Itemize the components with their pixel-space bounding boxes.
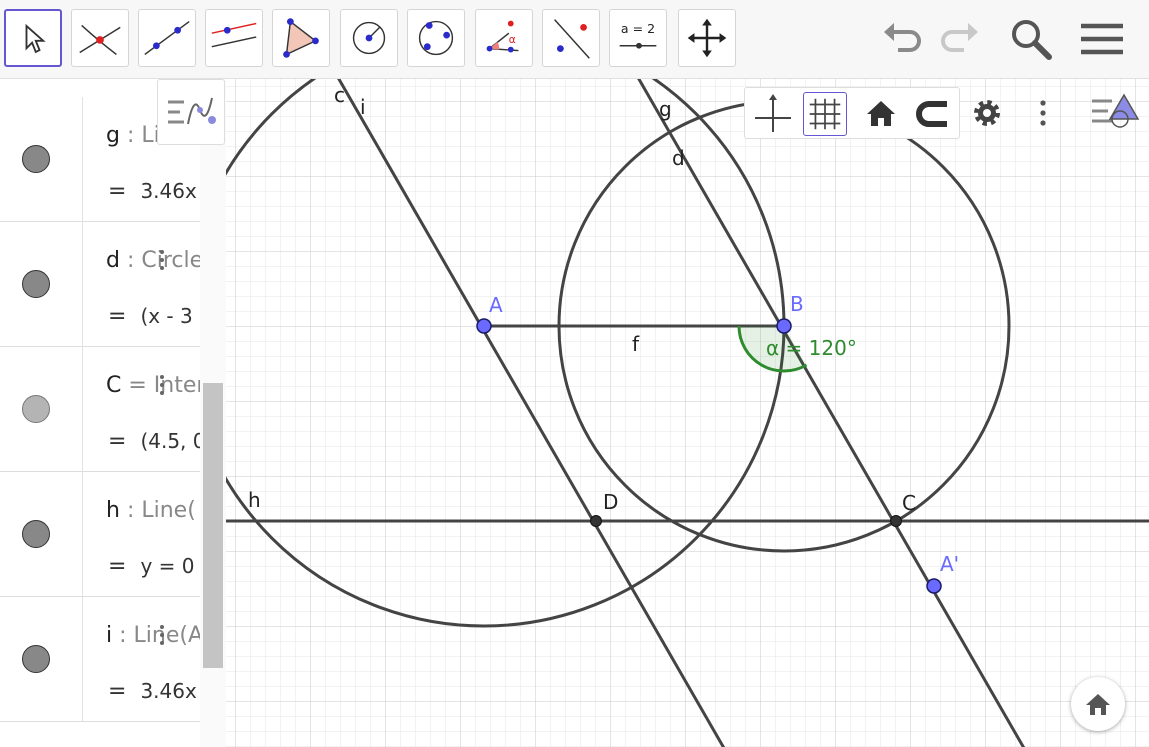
graphics-view[interactable]: A B D C A' c i g d f h α = 120° <box>226 79 1149 747</box>
graphics-style-toggle[interactable] <box>1086 87 1142 135</box>
slider-tool-label: a = 2 <box>621 21 655 36</box>
graphics-canvas[interactable]: A B D C A' c i g d f h α = 120° <box>226 79 1149 747</box>
more-vertical-icon[interactable] <box>160 250 166 274</box>
algebra-value: = (x - 3 <box>108 304 193 329</box>
reflect-about-line-icon <box>554 19 590 59</box>
move-tool[interactable] <box>4 9 62 67</box>
point-D[interactable] <box>590 515 602 527</box>
menu-button[interactable] <box>1077 14 1127 64</box>
axes-icon <box>755 94 791 132</box>
label-f: f <box>632 332 640 356</box>
algebra-row-d[interactable]: d : Circle = (x - 3 <box>0 222 203 347</box>
intersect-icon <box>79 24 121 55</box>
visibility-toggle[interactable] <box>22 395 50 423</box>
circle-through-points-icon <box>418 20 454 56</box>
label-D: D <box>603 490 618 514</box>
intersect-tool[interactable] <box>71 9 129 67</box>
label-B: B <box>790 292 804 316</box>
angle-tool[interactable]: α <box>475 9 533 67</box>
algebra-scrollbar-thumb[interactable] <box>203 383 223 668</box>
circle-tool[interactable] <box>340 9 398 67</box>
slider-icon: a = 2 <box>619 21 657 49</box>
algebra-definition[interactable]: d : Circle <box>106 248 203 273</box>
algebra-definition[interactable]: C = Inter <box>106 373 205 398</box>
algebra-definition[interactable]: i : Line(A <box>106 623 203 648</box>
graphics-style-icon <box>1092 93 1140 128</box>
label-d: d <box>672 146 685 170</box>
label-i: i <box>360 95 366 119</box>
more-vertical-icon[interactable] <box>160 375 166 399</box>
graphics-style-bar <box>744 87 960 139</box>
algebra-row-C[interactable]: C = Inter = (4.5, 0 <box>0 347 206 472</box>
home-icon <box>867 101 895 126</box>
point-B[interactable] <box>776 318 792 334</box>
angle-tool-label: α <box>509 33 516 46</box>
undo-button[interactable] <box>878 14 928 64</box>
point-C[interactable] <box>890 515 902 527</box>
circle-center-point-icon <box>352 21 386 55</box>
standard-view-button[interactable] <box>859 92 903 136</box>
label-A: A <box>489 293 503 317</box>
magnet-icon <box>916 101 947 127</box>
label-angle-alpha: α = 120° <box>766 336 857 360</box>
line-tool[interactable] <box>138 9 196 67</box>
polygon-icon <box>283 18 319 58</box>
gear-icon <box>974 100 1000 126</box>
more-vertical-icon <box>1040 100 1046 126</box>
visibility-toggle[interactable] <box>22 145 50 173</box>
algebra-style-toggle[interactable] <box>157 79 225 145</box>
line-through-two-points-icon <box>144 21 190 55</box>
visibility-toggle[interactable] <box>22 520 50 548</box>
label-c: c <box>334 83 345 107</box>
parallel-line-icon <box>211 22 257 48</box>
point-A[interactable] <box>476 318 492 334</box>
parallel-tool[interactable] <box>205 9 263 67</box>
arrow-cursor-icon <box>25 23 46 54</box>
label-C: C <box>902 491 916 515</box>
algebra-definition[interactable]: h : Line( <box>106 498 196 523</box>
circle-three-points-tool[interactable] <box>407 9 465 67</box>
redo-button[interactable] <box>934 14 984 64</box>
home-icon <box>1086 694 1110 715</box>
move-arrows-icon <box>687 18 727 58</box>
visibility-toggle[interactable] <box>22 270 50 298</box>
label-g: g <box>659 97 672 121</box>
algebra-value: = 3.46x <box>108 179 197 204</box>
visibility-toggle[interactable] <box>22 645 50 673</box>
more-options-button[interactable] <box>1021 91 1065 135</box>
label-A-prime: A' <box>940 552 959 576</box>
search-icon <box>1012 20 1052 60</box>
grid-icon <box>809 98 841 130</box>
point-A-prime[interactable] <box>926 578 942 594</box>
reflect-tool[interactable] <box>542 9 600 67</box>
redo-icon <box>941 23 978 52</box>
label-h: h <box>248 488 261 512</box>
undo-icon <box>884 23 921 52</box>
point-capturing-button[interactable] <box>911 92 955 136</box>
algebra-value: = y = 0 <box>108 554 195 579</box>
home-button[interactable] <box>1071 677 1125 731</box>
settings-button[interactable] <box>965 91 1009 135</box>
more-vertical-icon[interactable] <box>160 625 166 649</box>
polygon-tool[interactable] <box>272 9 330 67</box>
algebra-row-i[interactable]: i : Line(A = 3.46x <box>0 597 203 722</box>
slider-tool[interactable]: a = 2 <box>609 9 667 67</box>
menu-icon <box>1081 23 1123 55</box>
algebra-value: = 3.46x <box>108 679 197 704</box>
axes-toggle[interactable] <box>751 92 795 136</box>
grid-toggle[interactable] <box>803 92 847 136</box>
toolbar: α a = 2 <box>0 0 1149 79</box>
angle-icon: α <box>486 20 519 53</box>
algebra-view: g : Line( =3.46x d : Circle =(x - 3 C = … <box>0 79 226 747</box>
move-graphics-tool[interactable] <box>678 9 736 67</box>
algebra-value: = (4.5, 0 <box>108 429 206 454</box>
algebra-style-icon <box>168 97 216 125</box>
algebra-row-h[interactable]: h : Line( = y = 0 <box>0 472 200 597</box>
search-button[interactable] <box>1005 14 1055 64</box>
